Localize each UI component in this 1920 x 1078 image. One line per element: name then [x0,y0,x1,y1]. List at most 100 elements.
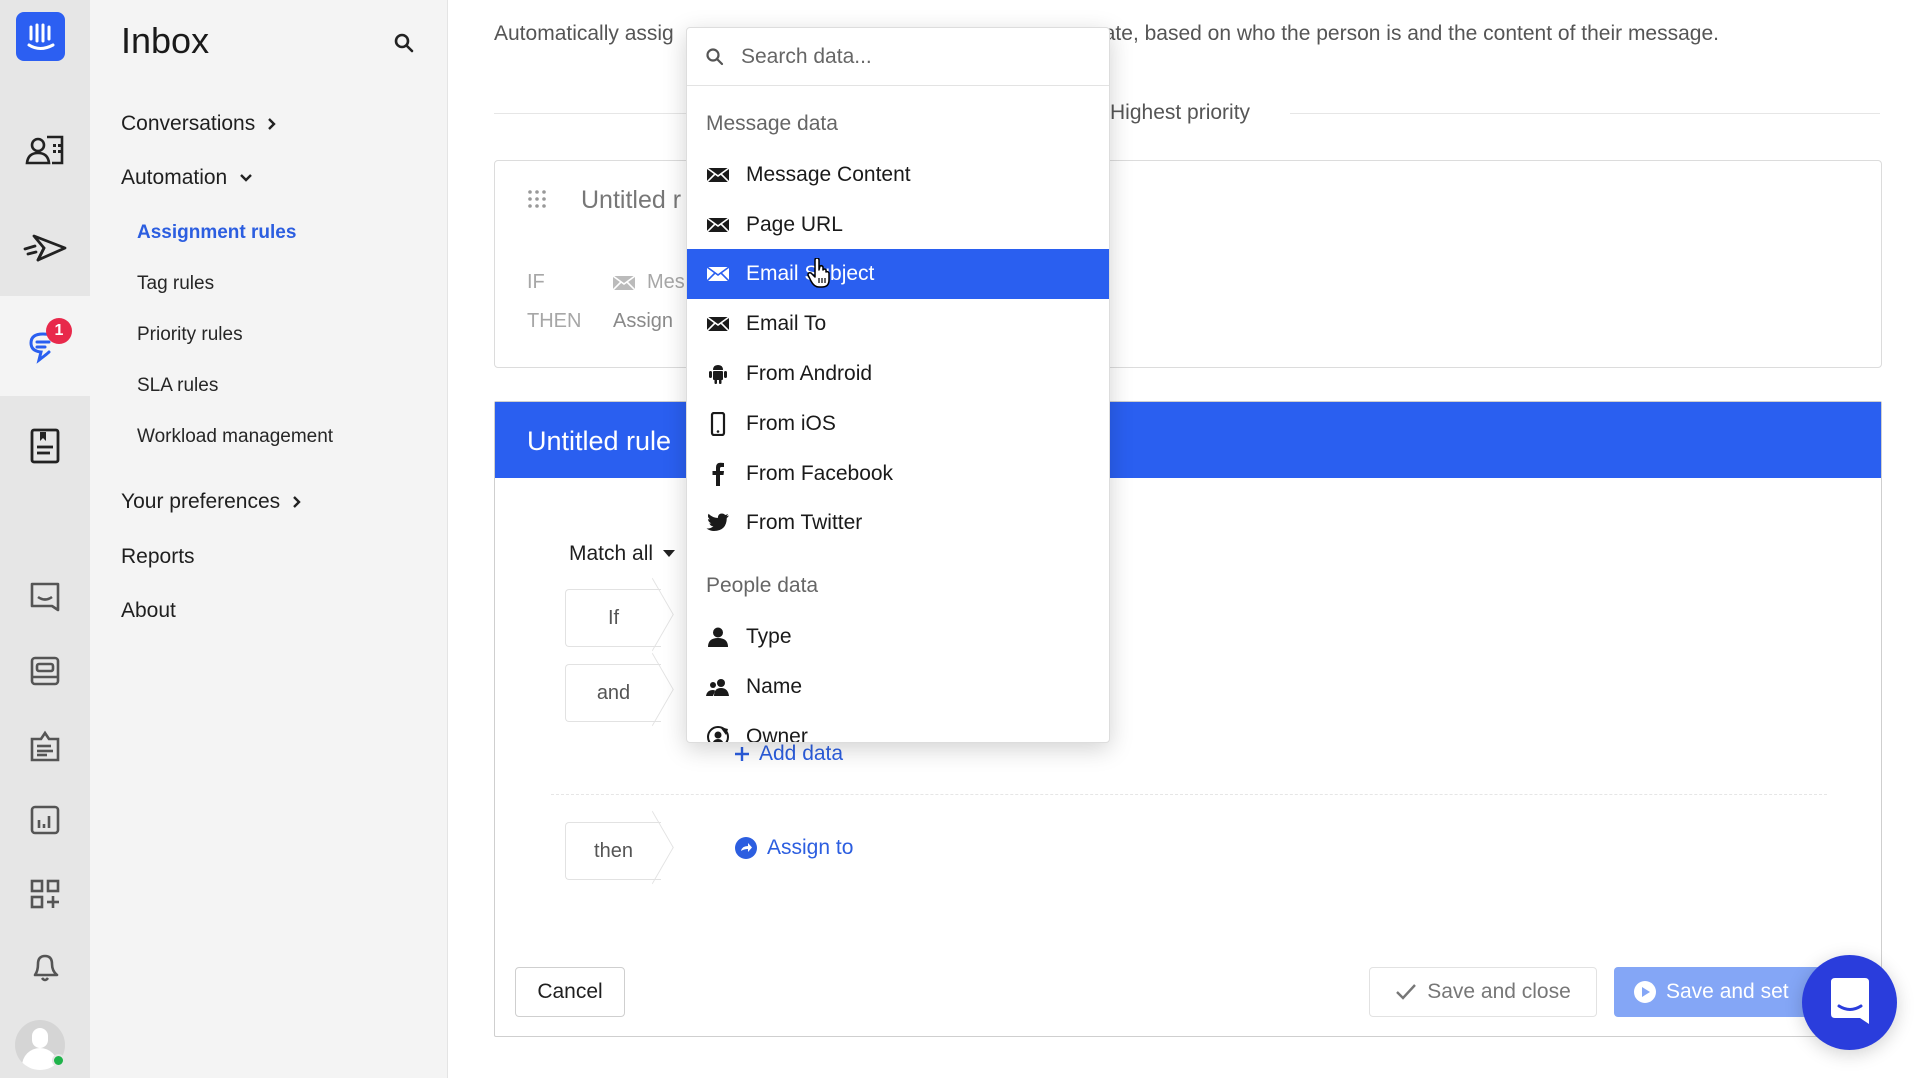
match-all-dropdown[interactable]: Match all [569,542,676,566]
option-owner[interactable]: Owner [687,712,1109,743]
option-type[interactable]: Type [687,612,1109,662]
nav-conversations[interactable]: Conversations [121,112,277,136]
rule-editor-title[interactable]: Untitled rule [527,426,671,457]
people-icon [706,675,730,699]
add-data-label: Add data [759,742,844,765]
dropdown-search [687,28,1109,86]
option-label: From Twitter [746,511,863,534]
messenger-launcher[interactable] [1802,955,1897,1050]
caret-down-icon [663,550,676,557]
option-label: From Facebook [746,462,894,485]
option-label: Page URL [746,213,843,236]
rule-then-label: THEN [527,310,582,332]
priority-label: Highest priority [1110,101,1251,124]
option-page-url[interactable]: Page URL [687,200,1109,250]
option-label: Type [746,625,792,648]
option-label: Message Content [746,163,911,186]
group-label-people-data: People data [706,574,819,597]
option-label: Name [746,675,803,698]
nav-tag-rules[interactable]: Tag rules [137,273,214,295]
if-chip: If [565,589,661,647]
nav-assignment-rules[interactable]: Assignment rules [137,222,296,244]
save-and-close-label: Save and close [1427,980,1571,1003]
nav-reports[interactable]: Reports [121,545,195,569]
option-from-facebook[interactable]: From Facebook [687,449,1109,499]
hand-cursor-icon [807,257,831,293]
save-and-set-label: Save and set [1666,980,1789,1003]
match-all-label: Match all [569,542,654,565]
nav-about[interactable]: About [121,599,176,623]
option-email-subject[interactable]: Email Subject [687,249,1109,299]
description-right: ate, based on who the person is and the … [1103,22,1719,45]
inbox-chat-icon[interactable] [0,296,90,396]
drag-handle-icon[interactable] [527,189,547,214]
envelope-icon [706,163,730,187]
person-icon [706,625,730,649]
data-attribute-dropdown: Message data Message Content Page URL Em… [686,27,1110,743]
chevron-down-icon [240,174,253,182]
add-data-button[interactable]: Add data [735,742,843,766]
divider [551,794,1827,795]
icon-rail: 1 [0,0,90,1078]
option-label: Owner [746,725,808,743]
nav-conversations-label: Conversations [121,112,256,135]
assign-to-button[interactable]: Assign to [735,836,853,860]
option-from-ios[interactable]: From iOS [687,399,1109,449]
nav-sla-rules[interactable]: SLA rules [137,375,218,397]
send-icon[interactable] [0,198,90,298]
main-content: Automatically assig ate, based on who the… [448,0,1920,1078]
app: 1 Inbox Conversations Automation Assignm… [0,0,1920,1078]
search-icon [706,47,724,65]
search-icon[interactable] [393,32,415,59]
rule-if-label: IF [527,271,545,293]
search-data-input[interactable] [741,44,1071,69]
description-left: Automatically assig [494,22,674,45]
online-status-dot [52,1054,65,1067]
envelope-icon [613,275,635,290]
option-message-content[interactable]: Message Content [687,150,1109,200]
group-label-message-data: Message data [706,112,838,135]
play-icon [1634,981,1656,1003]
android-icon [706,362,730,386]
option-from-android[interactable]: From Android [687,349,1109,399]
save-and-close-button[interactable]: Save and close [1369,967,1597,1017]
cancel-button[interactable]: Cancel [515,967,625,1017]
messenger-icon [1830,977,1869,1024]
bell-icon[interactable] [0,918,90,1018]
option-label: From Android [746,362,873,385]
twitter-icon [706,511,730,535]
rule-if-value: Mes [613,271,685,294]
facebook-icon [706,462,730,486]
divider [1290,113,1880,114]
unread-badge: 1 [46,318,72,344]
envelope-icon [706,213,730,237]
intercom-logo-icon[interactable] [16,12,65,61]
rule-then-value: Assign [613,310,674,332]
nav-automation-label: Automation [121,166,228,189]
nav-automation[interactable]: Automation [121,166,253,190]
chevron-right-icon [293,496,301,508]
option-label: From iOS [746,412,836,435]
phone-icon [706,412,730,436]
check-icon [1396,984,1417,1000]
chevron-right-icon [268,118,276,130]
owner-icon [706,725,730,742]
option-email-to[interactable]: Email To [687,299,1109,349]
nav-workload-management[interactable]: Workload management [137,426,333,448]
plus-icon [735,747,749,761]
assign-to-label: Assign to [767,836,854,859]
envelope-icon [706,262,730,286]
nav-your-preferences-label: Your preferences [121,490,281,513]
contacts-icon[interactable] [0,100,90,200]
articles-icon[interactable] [0,396,90,496]
inbox-nav: Inbox Conversations Automation Assignmen… [90,0,448,1078]
option-name[interactable]: Name [687,662,1109,712]
option-from-twitter[interactable]: From Twitter [687,498,1109,548]
and-chip: and [565,664,661,722]
nav-your-preferences[interactable]: Your preferences [121,490,302,514]
nav-priority-rules[interactable]: Priority rules [137,324,243,346]
rule-card-title: Untitled r [581,186,682,214]
rule-if-text: Mes [647,271,685,293]
then-chip: then [565,822,661,880]
assign-arrow-icon [735,837,757,859]
